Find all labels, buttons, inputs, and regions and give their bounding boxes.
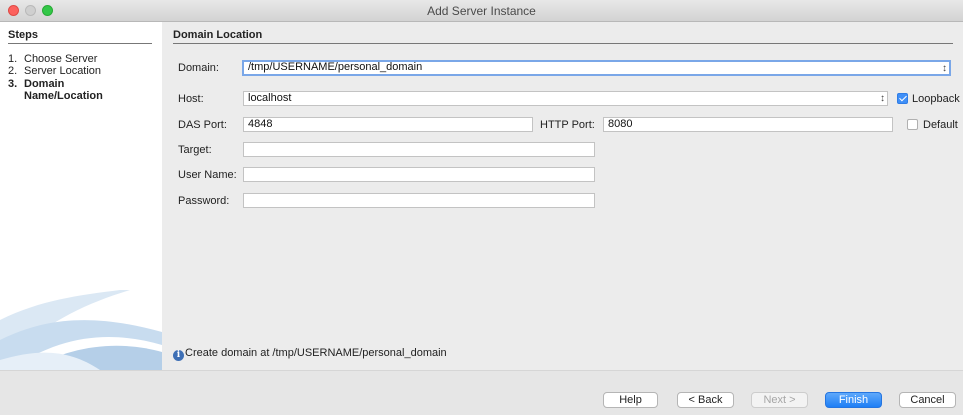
add-server-instance-window: Add Server Instance Steps 1. Choose Serv…: [0, 0, 963, 415]
http-port-value: 8080: [608, 118, 633, 130]
window-title: Add Server Instance: [427, 4, 536, 18]
info-message: i Create domain at /tmp/USERNAME/personal…: [173, 347, 447, 361]
next-button[interactable]: Next >: [751, 392, 808, 408]
up-down-chevron-icon[interactable]: ↕: [880, 92, 885, 105]
title-bar: Add Server Instance: [0, 0, 963, 22]
section-title: Domain Location: [173, 29, 953, 44]
das-port-value: 4848: [248, 118, 273, 130]
step-label: Domain: [24, 78, 65, 90]
host-label: Host:: [178, 93, 204, 105]
steps-panel: Steps 1. Choose Server 2. Server Locatio…: [0, 22, 162, 370]
default-label[interactable]: Default: [923, 119, 958, 131]
host-combo[interactable]: localhost ↕: [243, 91, 888, 106]
button-bar: Help < Back Next > Finish Cancel: [0, 370, 963, 415]
step-label: Server Location: [24, 65, 102, 77]
step-label: Name/Location: [24, 90, 103, 102]
domain-combo[interactable]: /tmp/USERNAME/personal_domain ↕: [242, 60, 951, 76]
http-port-label: HTTP Port:: [540, 119, 595, 131]
help-button[interactable]: Help: [603, 392, 658, 408]
default-checkbox[interactable]: [907, 119, 918, 130]
user-name-input[interactable]: [243, 167, 595, 182]
step-label: Choose Server: [24, 53, 98, 65]
info-icon: i: [173, 350, 184, 361]
http-port-input[interactable]: 8080: [603, 117, 893, 132]
target-input[interactable]: [243, 142, 595, 157]
wave-graphic-icon: [0, 290, 162, 370]
domain-location-panel: Domain Location Domain: /tmp/USERNAME/pe…: [162, 22, 963, 370]
loopback-checkbox[interactable]: [897, 93, 908, 104]
step-number: 3.: [8, 78, 18, 90]
step-number: 1.: [8, 53, 18, 65]
password-input[interactable]: [243, 193, 595, 208]
user-name-label: User Name:: [178, 169, 237, 181]
domain-value: /tmp/USERNAME/personal_domain: [248, 61, 423, 73]
info-text: Create domain at /tmp/USERNAME/personal_…: [185, 347, 447, 359]
das-port-label: DAS Port:: [178, 119, 227, 131]
das-port-input[interactable]: 4848: [243, 117, 533, 132]
password-label: Password:: [178, 195, 230, 207]
up-down-chevron-icon[interactable]: ↕: [942, 62, 947, 75]
steps-heading: Steps: [8, 29, 152, 44]
cancel-button[interactable]: Cancel: [899, 392, 956, 408]
target-label: Target:: [178, 144, 212, 156]
finish-button[interactable]: Finish: [825, 392, 882, 408]
back-button[interactable]: < Back: [677, 392, 734, 408]
step-number: 2.: [8, 65, 18, 77]
loopback-label[interactable]: Loopback: [912, 93, 960, 105]
domain-label: Domain:: [178, 62, 219, 74]
host-value: localhost: [248, 92, 292, 104]
